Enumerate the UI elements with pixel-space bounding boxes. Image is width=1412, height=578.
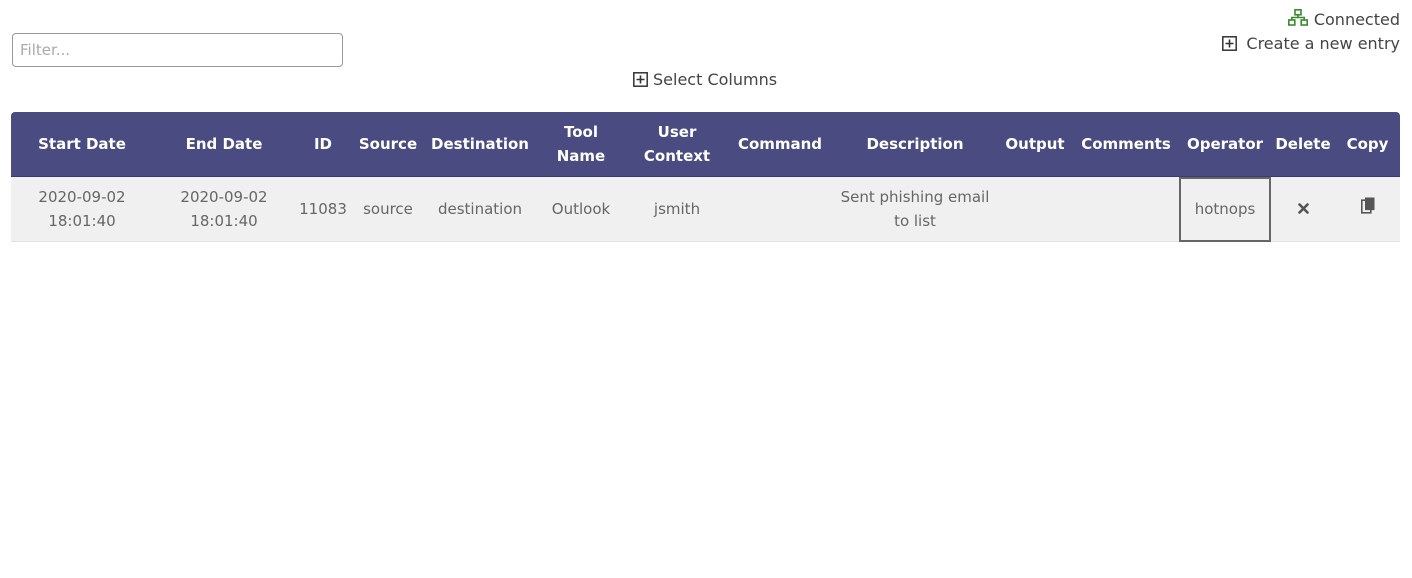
delete-cell — [1271, 177, 1335, 242]
create-entry-label: Create a new entry — [1246, 33, 1400, 53]
id-cell: 11083 — [295, 177, 351, 242]
network-icon — [1287, 8, 1308, 30]
column-header-delete: Delete — [1271, 112, 1335, 177]
column-header-source[interactable]: Source — [351, 112, 425, 177]
column-header-output[interactable]: Output — [997, 112, 1073, 177]
destination-cell[interactable]: destination — [425, 177, 535, 242]
column-header-id[interactable]: ID — [295, 112, 351, 177]
comments-cell[interactable] — [1073, 177, 1179, 242]
table-header-row: Start Date End Date ID Source Destinatio… — [11, 112, 1400, 177]
operator-cell[interactable]: hotnops — [1179, 177, 1271, 242]
column-header-destination[interactable]: Destination — [425, 112, 535, 177]
user-context-cell[interactable]: jsmith — [627, 177, 727, 242]
column-header-end-date[interactable]: End Date — [153, 112, 295, 177]
select-columns-label: Select Columns — [653, 69, 778, 89]
plus-square-icon — [1222, 35, 1238, 51]
plus-square-icon — [633, 71, 648, 87]
copy-icon[interactable] — [1360, 197, 1375, 221]
start-date-cell[interactable]: 2020-09-02 18:01:40 — [11, 177, 153, 242]
tool-name-cell[interactable]: Outlook — [535, 177, 627, 242]
status-label: Connected — [1313, 9, 1400, 29]
column-header-operator[interactable]: Operator — [1179, 112, 1271, 177]
description-cell[interactable]: Sent phishing email to list — [833, 177, 997, 242]
select-columns-button[interactable]: Select Columns — [633, 69, 777, 89]
close-icon[interactable] — [1297, 197, 1309, 221]
column-header-tool-name[interactable]: Tool Name — [535, 112, 627, 177]
copy-cell — [1335, 177, 1400, 242]
command-cell[interactable] — [727, 177, 833, 242]
end-date-cell[interactable]: 2020-09-02 18:01:40 — [153, 177, 295, 242]
column-header-comments[interactable]: Comments — [1073, 112, 1179, 177]
filter-input[interactable] — [12, 33, 343, 67]
connection-status: Connected — [1287, 8, 1400, 30]
column-header-start-date[interactable]: Start Date — [11, 112, 153, 177]
output-cell[interactable] — [997, 177, 1073, 242]
source-cell[interactable]: source — [351, 177, 425, 242]
column-header-command[interactable]: Command — [727, 112, 833, 177]
table-row: 2020-09-02 18:01:40 2020-09-02 18:01:40 … — [11, 177, 1400, 242]
column-header-description[interactable]: Description — [833, 112, 997, 177]
log-table: Start Date End Date ID Source Destinatio… — [11, 112, 1400, 242]
column-header-copy: Copy — [1335, 112, 1400, 177]
column-header-user-context[interactable]: User Context — [627, 112, 727, 177]
create-entry-button[interactable]: Create a new entry — [1222, 33, 1400, 53]
